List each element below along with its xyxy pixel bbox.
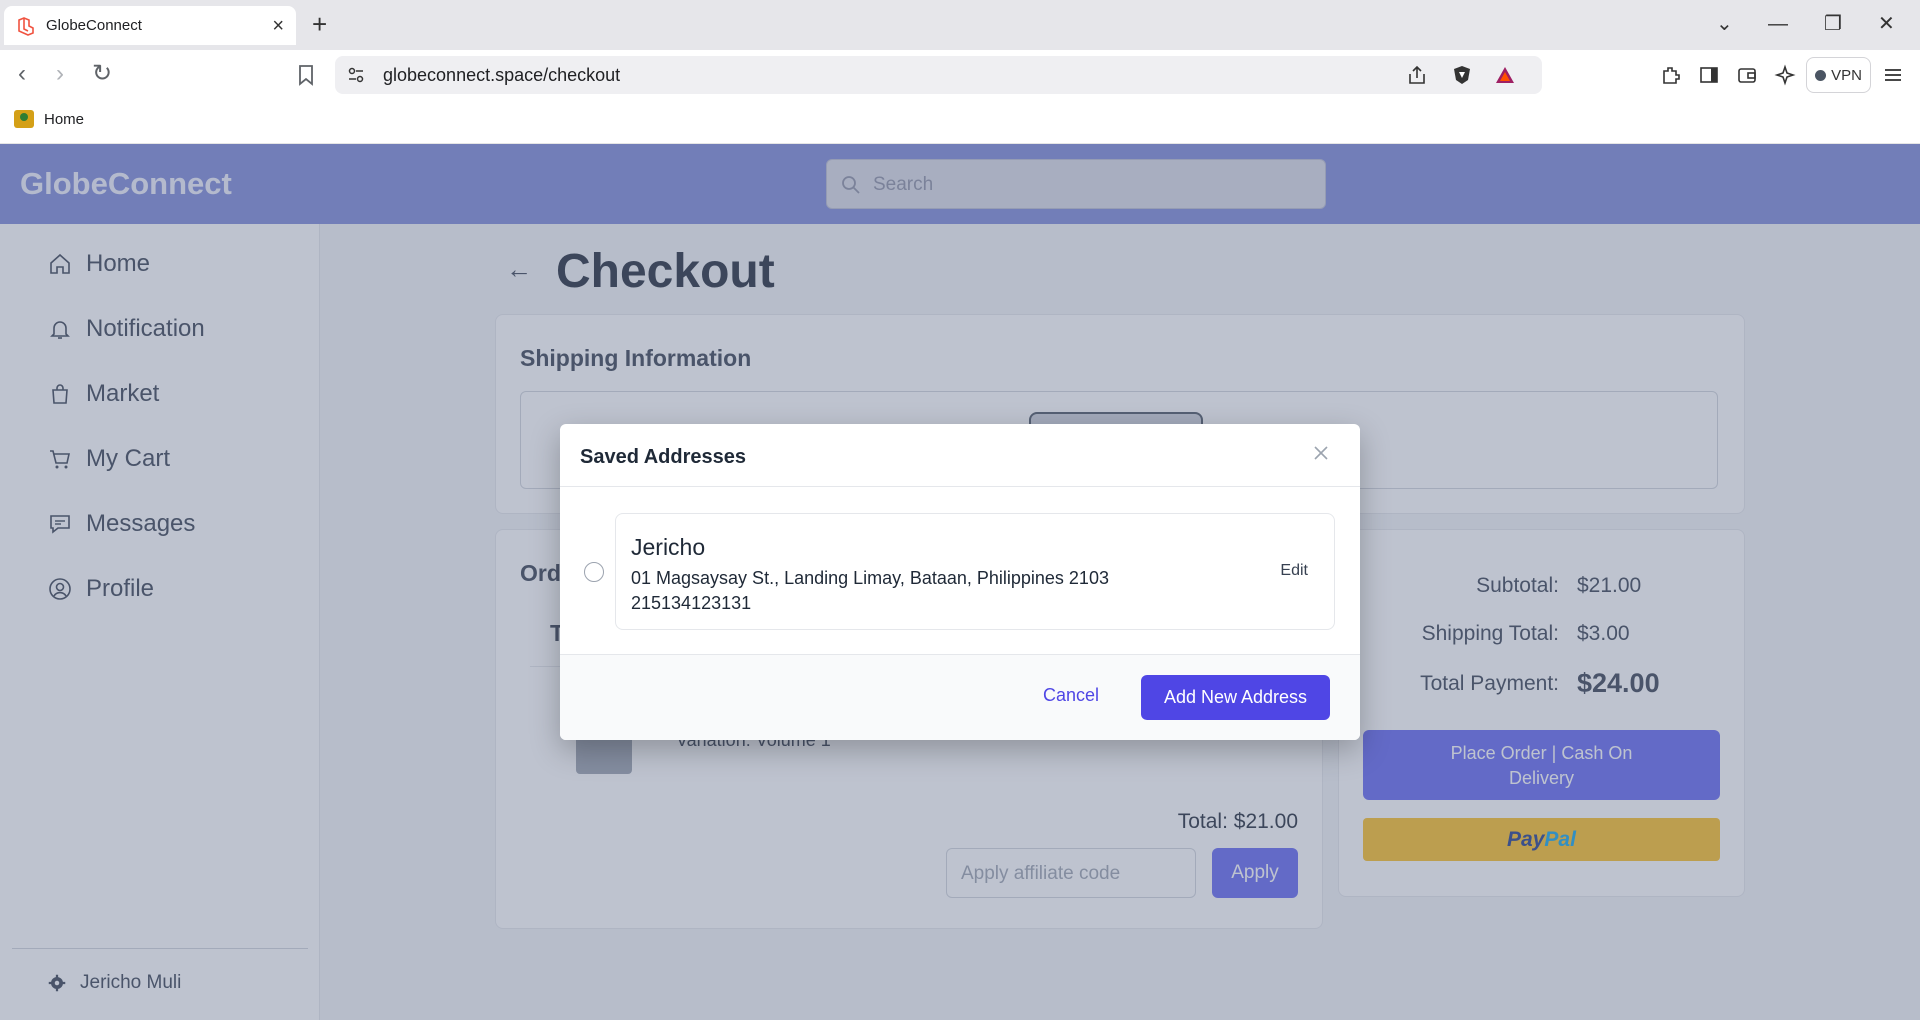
bookmark-home-label: Home: [44, 110, 85, 128]
laravel-favicon-icon: [18, 16, 34, 36]
bookmarks-bar: Home: [0, 100, 1920, 144]
address-radio[interactable]: [584, 562, 604, 582]
menu-icon[interactable]: [1882, 64, 1904, 86]
modal-header: Saved Addresses: [560, 424, 1360, 487]
address-phone: 215134123131: [631, 593, 752, 613]
address-line: 01 Magsaysay St., Landing Limay, Bataan,…: [631, 568, 1109, 588]
sidebar-toggle-icon[interactable]: [1698, 64, 1720, 86]
reload-icon[interactable]: ↻: [92, 60, 112, 88]
close-icon[interactable]: [1310, 442, 1332, 464]
vpn-button[interactable]: VPN: [1806, 57, 1871, 93]
vpn-status-icon: [1815, 69, 1827, 81]
bookmark-home-icon: [14, 110, 34, 128]
close-window-button[interactable]: ✕: [1878, 10, 1895, 38]
bookmark-icon[interactable]: [296, 64, 316, 86]
modal-footer: Cancel Add New Address: [560, 654, 1360, 740]
saved-addresses-modal: Saved Addresses Jericho 01 Magsaysay St.…: [560, 424, 1360, 740]
vpn-label: VPN: [1831, 66, 1862, 84]
minimize-button[interactable]: —: [1768, 10, 1788, 38]
tab-title: GlobeConnect: [46, 17, 142, 34]
address-bar[interactable]: globeconnect.space/checkout: [335, 56, 1542, 94]
address-name: Jericho: [631, 534, 706, 560]
extensions-icon[interactable]: [1660, 64, 1682, 86]
browser-tab[interactable]: GlobeConnect ×: [4, 6, 296, 45]
brave-shield-icon[interactable]: [1451, 64, 1473, 86]
forward-icon[interactable]: ›: [56, 60, 64, 88]
address-card[interactable]: Jericho 01 Magsaysay St., Landing Limay,…: [615, 513, 1335, 630]
back-icon[interactable]: ‹: [18, 60, 26, 88]
add-new-address-button[interactable]: Add New Address: [1141, 675, 1330, 720]
cancel-button[interactable]: Cancel: [1043, 685, 1099, 706]
new-tab-button[interactable]: +: [312, 10, 327, 38]
bookmark-home[interactable]: Home: [14, 110, 84, 128]
site-settings-icon[interactable]: [347, 66, 365, 84]
leo-ai-icon[interactable]: [1774, 64, 1796, 86]
share-icon[interactable]: [1406, 64, 1428, 86]
edit-address-link[interactable]: Edit: [1280, 562, 1308, 580]
browser-tab-strip: GlobeConnect × + ⌄ — ❐ ✕: [0, 0, 1920, 50]
wallet-icon[interactable]: [1736, 64, 1758, 86]
url-text: globeconnect.space/checkout: [383, 65, 621, 85]
brave-rewards-icon[interactable]: [1494, 64, 1516, 86]
restore-button[interactable]: ❐: [1824, 10, 1842, 38]
modal-title: Saved Addresses: [580, 446, 747, 468]
tab-search-chevron-icon[interactable]: ⌄: [1716, 10, 1733, 38]
close-tab-icon[interactable]: ×: [272, 16, 284, 36]
